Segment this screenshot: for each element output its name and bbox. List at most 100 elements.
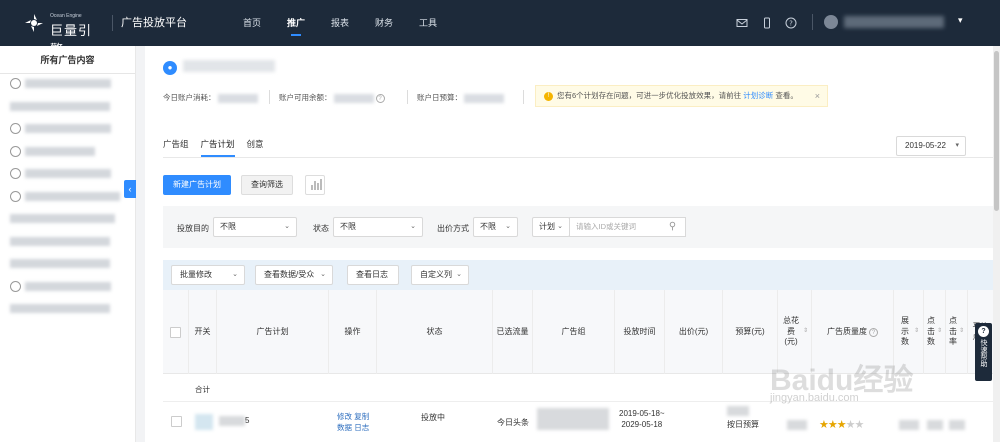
sidebar-item[interactable] [0,254,135,277]
select-all-checkbox[interactable] [170,326,181,338]
nav-home[interactable]: 首页 [230,0,274,46]
bid-label: 出价方式 [437,224,469,233]
bid-select[interactable]: 不限 ⌄ [473,217,518,237]
redacted-text [10,101,110,111]
quick-help-button[interactable]: ? 快速帮助 [975,323,992,381]
sidebar-item[interactable] [0,299,135,322]
status-select[interactable]: 不限 ⌄ [333,217,423,237]
account-icon [10,168,21,179]
total-label: 合计 [195,385,210,394]
tab-ad-group[interactable]: 广告组 [163,138,189,157]
sort-icon[interactable]: ⇕ [803,328,808,336]
copy-link[interactable]: 复制 [354,412,369,421]
help-icon[interactable]: ? [785,17,797,29]
bar-chart-icon[interactable] [305,175,325,195]
sidebar-item[interactable] [0,209,135,232]
question-icon[interactable]: ? [869,327,878,337]
question-icon[interactable]: ? [375,93,385,103]
purpose-label: 投放目的 [177,224,209,233]
star-icon: ★ [827,419,838,431]
sidebar-item[interactable] [0,74,135,97]
star-icon: ★ [819,419,829,431]
sidebar-collapse-button[interactable]: ‹ [124,180,136,198]
sidebar-item[interactable] [0,97,135,120]
page-scrollbar[interactable] [993,46,1000,442]
user-avatar[interactable] [824,15,838,29]
mail-icon[interactable] [736,17,748,29]
redacted-value [464,93,504,103]
available-balance: 账户可用余额： ? [279,92,385,103]
chevron-down-icon: ⌄ [505,223,511,230]
custom-columns-select[interactable]: 自定义列 ⌄ [411,265,469,285]
ad-group-redacted [537,408,609,430]
account-icon [10,123,21,134]
mobile-icon[interactable] [761,17,773,29]
query-filter-button[interactable]: 查询筛选 [241,175,293,195]
bulk-edit-label: 批量修改 [180,270,212,279]
star-icon: ★ [836,419,847,431]
sidebar-item[interactable] [0,119,135,142]
chevron-down-icon: ⌄ [410,223,416,230]
bulk-action-bar: 批量修改 ⌄ 查看数据/受众 ⌄ 查看日志 自定义列 ⌄ [163,260,993,290]
sort-icon[interactable]: ⇕ [937,328,942,336]
view-data-select[interactable]: 查看数据/受众 ⌄ [255,265,333,285]
sidebar-item[interactable] [0,164,135,187]
sort-icon[interactable]: ⇕ [959,328,964,336]
brand-logo[interactable]: Ocean Engine 巨量引擎 [24,12,102,57]
view-log-button[interactable]: 查看日志 [347,265,399,285]
user-name-redacted [844,16,944,28]
scroll-thumb[interactable] [994,51,999,211]
status-value: 不限 [340,222,356,231]
col-group: 广告组 [533,290,615,374]
clicks-redacted [927,420,943,430]
ctr-redacted [949,420,965,430]
search-scope-select[interactable]: 计划 ⌄ [532,217,570,237]
nav-tools[interactable]: 工具 [406,0,450,46]
account-icon [10,78,21,89]
view-log-label: 查看日志 [356,270,388,279]
log-link[interactable]: 日志 [354,423,369,432]
edit-link[interactable]: 修改 [337,412,352,421]
logo-mark-icon [25,14,43,32]
purpose-select[interactable]: 不限 ⌄ [213,217,297,237]
spend-redacted [787,420,807,430]
nav-finance[interactable]: 财务 [362,0,406,46]
sidebar-item[interactable] [0,277,135,300]
chevron-down-icon: ⌄ [557,223,563,230]
redacted-text [25,124,111,133]
search-input[interactable]: 请输入ID或关键词 [569,217,661,237]
chevron-down-icon[interactable]: ▾ [958,15,963,26]
nav-promote[interactable]: 推广 [274,0,318,46]
col-clicks-label: 点击数 [926,316,935,347]
create-plan-button[interactable]: 新建广告计划 [163,175,231,195]
data-link[interactable]: 数据 [337,423,352,432]
search-icon[interactable]: ⚲ [660,217,686,237]
warning-icon: ! [544,91,553,101]
tab-creative[interactable]: 创意 [247,138,264,157]
sidebar-item[interactable] [0,232,135,255]
quality-stars: ★★★★★ [819,418,864,431]
chevron-down-icon: ⌄ [456,271,462,278]
date-picker[interactable]: 2019-05-22 ▾ [896,136,966,156]
row-checkbox[interactable] [171,416,182,429]
redacted-text [10,214,115,223]
divider [407,90,408,104]
chevron-down-icon: ⌄ [284,223,290,230]
tab-ad-plan[interactable]: 广告计划 [200,138,235,157]
redacted-text [10,259,110,268]
plan-name-redacted [219,416,245,426]
sidebar-item[interactable] [0,187,135,210]
col-status: 状态 [377,290,493,374]
sidebar-item[interactable] [0,142,135,165]
diagnosis-link[interactable]: 计划诊断 [743,91,773,100]
diagnosis-notice: ! 您有6个计划存在问题，可进一步优化投放效果，请前往 计划诊断 查看。 × [535,85,828,107]
sort-icon[interactable]: ⇕ [914,328,919,336]
redacted-text [25,281,111,291]
close-icon[interactable]: × [815,86,820,106]
svg-text:?: ? [789,20,793,28]
bulk-edit-select[interactable]: 批量修改 ⌄ [171,265,245,285]
nav-reports[interactable]: 报表 [318,0,362,46]
switch-redacted[interactable] [195,414,213,430]
chevron-down-icon: ⌄ [232,271,238,278]
table-row[interactable]: 5 修改 复制 数据 日志 投放中 今日头条 2019-05-18~ 2029-0… [163,402,993,442]
